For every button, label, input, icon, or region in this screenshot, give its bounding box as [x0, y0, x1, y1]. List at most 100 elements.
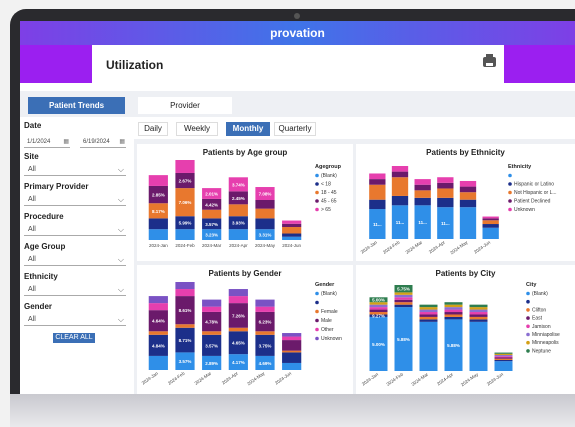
legend-label: Neptune [532, 348, 551, 354]
site-select[interactable]: All ⌵ [24, 164, 126, 176]
bar-segment [391, 195, 409, 206]
legend-marker [315, 190, 319, 195]
screen: provation Utilization Patient Trends Pro… [20, 21, 575, 394]
date-to-value: 6/19/2024 [83, 139, 110, 145]
legend-label: Other [321, 327, 334, 333]
chevron-down-icon[interactable]: ⌵ [118, 284, 124, 296]
bar-segment [255, 299, 275, 307]
camera-dot [294, 13, 300, 19]
bar-segment [148, 331, 168, 335]
data-label: 7.06% [179, 200, 192, 205]
chevron-down-icon[interactable]: ⌵ [118, 254, 124, 266]
legend-label: Patient Declined [514, 199, 551, 205]
legend-marker [508, 190, 512, 195]
bar-segment [494, 352, 513, 354]
legend-label: Hispanic or Latino [514, 182, 554, 188]
chevron-down-icon[interactable]: ⌵ [118, 164, 124, 176]
page-title: Utilization [106, 58, 164, 72]
granularity-monthly[interactable]: Monthly [226, 122, 270, 136]
x-tick-label: 2024-Mar [202, 243, 222, 248]
bar-segment [282, 336, 302, 341]
data-label: 11... [396, 220, 405, 225]
chevron-down-icon[interactable]: ⌵ [118, 194, 124, 206]
data-label: 6.23% [259, 320, 272, 325]
granularity-daily[interactable]: Daily [138, 122, 168, 136]
bar-segment [414, 190, 431, 198]
bar-segment [255, 208, 275, 219]
bar-segment [437, 182, 454, 189]
bar-segment [444, 304, 463, 308]
x-tick-label: 2024-Feb [385, 371, 404, 386]
data-label: 2.89% [205, 361, 218, 366]
bar-segment [391, 177, 409, 196]
legend-marker [526, 308, 530, 312]
granularity-weekly[interactable]: Weekly [176, 122, 218, 136]
top-bar: provation [20, 21, 575, 45]
data-label: 4.78% [205, 320, 218, 325]
bar-segment [148, 175, 168, 186]
bar-segment [282, 362, 302, 370]
bar-segment [394, 292, 413, 295]
data-label: 5.00% [372, 298, 385, 303]
bar-segment [437, 188, 454, 198]
bar-segment [282, 350, 302, 353]
legend-label: Jamison [532, 324, 551, 330]
legend-marker [315, 318, 319, 323]
calendar-icon[interactable]: ▦ [63, 137, 69, 148]
date-from-field[interactable]: 1/1/2024 ▦ [24, 137, 70, 148]
legend-title: Ethnicity [508, 164, 532, 170]
data-label: 11... [373, 222, 382, 227]
x-tick-label: 2024-Feb [175, 243, 195, 248]
bar-segment [255, 306, 275, 312]
ethnicity-select[interactable]: All ⌵ [24, 284, 126, 296]
data-label: 3.23% [205, 233, 218, 238]
age-group-select[interactable]: All ⌵ [24, 254, 126, 266]
printer-icon[interactable] [483, 54, 496, 67]
legend-marker [315, 336, 319, 341]
bar-segment [459, 199, 477, 208]
chevron-down-icon[interactable]: ⌵ [118, 314, 124, 326]
charts-area: Patients by Age group 2.85% 8.17% 2024-Jan… [134, 139, 575, 394]
legend-label: < 18 [321, 182, 331, 188]
bar-segment [419, 309, 438, 313]
bar-segment [202, 331, 222, 335]
bar-segment [469, 316, 488, 320]
data-label: 8.61% [179, 308, 192, 313]
brand-logo: provation [270, 26, 325, 40]
bar-segment [494, 358, 513, 360]
bar-segment [202, 299, 222, 307]
gender-select[interactable]: All ⌵ [24, 314, 126, 326]
date-to-field[interactable]: 6/19/2024 ▦ [80, 137, 126, 148]
bar-segment [459, 186, 477, 193]
bar-segment [175, 324, 195, 328]
data-label: 11... [418, 220, 427, 225]
bar-segment [469, 304, 488, 308]
data-label: 4.17% [232, 360, 245, 365]
chart-panel-gender: Patients by Gender 4.84% 4.64% 2024-Jan 8.6… [137, 265, 353, 394]
chevron-down-icon[interactable]: ⌵ [118, 224, 124, 236]
x-tick-label: 2024-May [449, 239, 469, 255]
granularity-quarterly[interactable]: Quarterly [274, 122, 316, 136]
legend-marker [315, 309, 319, 314]
tab-patient-trends[interactable]: Patient Trends [28, 97, 125, 114]
bar-segment [391, 166, 409, 172]
x-tick-label: 2024-Mar [410, 371, 429, 386]
gender-value: All [28, 316, 36, 323]
tab-provider[interactable]: Provider [138, 97, 232, 114]
bar-segment [419, 312, 438, 315]
bar-segment [148, 229, 168, 240]
legend-marker [508, 182, 512, 186]
x-tick-label: 2024-Mar [405, 239, 424, 254]
calendar-icon[interactable]: ▦ [119, 137, 125, 148]
bar-segment [482, 216, 499, 219]
procedure-select[interactable]: All ⌵ [24, 224, 126, 236]
legend-label: 45 - 65 [321, 199, 337, 205]
chart-panel-city: Patients by City 5.00% 5.00% 9.27% 2024-Jan… [356, 265, 575, 394]
data-label: 3.31% [259, 233, 272, 238]
primary-provider-select[interactable]: All ⌵ [24, 194, 126, 206]
clear-all-button[interactable]: CLEAR ALL [53, 333, 95, 343]
legend-marker [315, 207, 319, 212]
data-label: 5.88% [447, 343, 460, 348]
bar-segment [394, 297, 413, 300]
bar-segment [228, 204, 248, 217]
